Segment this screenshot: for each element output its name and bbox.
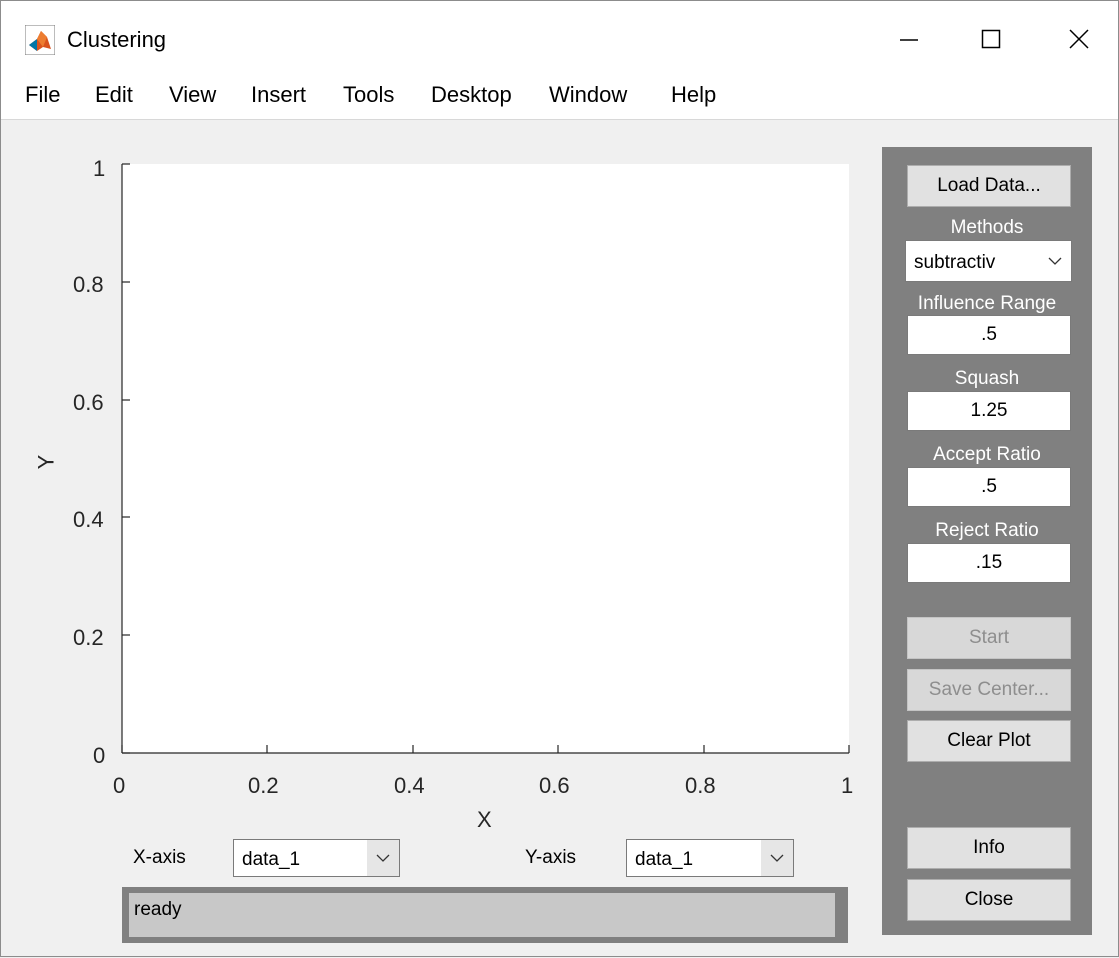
methods-dropdown-value: subtractiv (914, 252, 996, 273)
x-axis-label: X (477, 807, 492, 832)
accept-ratio-label: Accept Ratio (933, 444, 1041, 465)
status-box (129, 893, 835, 937)
reject-ratio-field[interactable]: .15 (907, 543, 1071, 583)
clear-plot-button[interactable]: Clear Plot (907, 720, 1071, 762)
chevron-down-icon (1039, 241, 1071, 281)
menu-file[interactable]: File (25, 82, 60, 108)
y-tick-label: 0.6 (73, 390, 104, 415)
x-tick-label: 0 (113, 773, 126, 798)
methods-label: Methods (950, 217, 1024, 238)
influence-range-field[interactable]: .5 (907, 315, 1071, 355)
title-bar: Clustering (1, 1, 1118, 75)
menu-view[interactable]: View (169, 82, 216, 108)
minimize-button[interactable] (889, 21, 929, 57)
menu-bar: File Edit View Insert Tools Desktop Wind… (1, 75, 1118, 120)
x-tick-label: 1 (841, 773, 854, 798)
maximize-button[interactable] (971, 21, 1011, 57)
menu-window[interactable]: Window (549, 82, 627, 108)
menu-edit[interactable]: Edit (95, 82, 133, 108)
chevron-down-icon (761, 840, 793, 876)
plot-area[interactable] (122, 164, 849, 753)
close-button[interactable]: Close (907, 879, 1071, 921)
load-data-button[interactable]: Load Data... (907, 165, 1071, 207)
clustering-window: Clustering File Edit View Insert Tools D… (0, 0, 1119, 957)
matlab-icon (24, 24, 56, 56)
y-axis-dropdown[interactable]: data_1 (626, 839, 794, 877)
maximize-icon (981, 29, 1001, 49)
x-tick-label: 0.2 (248, 773, 279, 798)
accept-ratio-field[interactable]: .5 (907, 467, 1071, 507)
squash-label: Squash (954, 368, 1020, 389)
status-text: ready (134, 899, 182, 920)
x-axis-dropdown[interactable]: data_1 (233, 839, 400, 877)
menu-tools[interactable]: Tools (343, 82, 394, 108)
close-icon (1069, 29, 1089, 49)
start-button[interactable]: Start (907, 617, 1071, 659)
x-tick-label: 0.4 (394, 773, 425, 798)
chevron-down-icon (367, 840, 399, 876)
menu-help[interactable]: Help (671, 82, 716, 108)
menu-insert[interactable]: Insert (251, 82, 306, 108)
minimize-icon (900, 39, 918, 41)
y-tick-label: 0.2 (73, 625, 104, 650)
y-tick-label: 0.4 (73, 507, 104, 532)
window-title: Clustering (67, 27, 167, 52)
y-tick-label: 0 (93, 743, 106, 768)
y-tick-label: 0.8 (73, 272, 104, 297)
x-tick-label: 0.6 (539, 773, 570, 798)
y-axis-dropdown-value: data_1 (635, 849, 694, 870)
x-tick-label: 0.8 (685, 773, 716, 798)
y-tick-label: 1 (93, 156, 106, 181)
y-axis-select-label: Y-axis (525, 847, 577, 868)
x-axis-dropdown-value: data_1 (242, 849, 301, 870)
menu-desktop[interactable]: Desktop (431, 82, 512, 108)
close-window-button[interactable] (1059, 21, 1099, 57)
reject-ratio-label: Reject Ratio (935, 520, 1039, 541)
influence-range-label: Influence Range (917, 293, 1057, 314)
methods-dropdown[interactable]: subtractiv (905, 240, 1072, 282)
y-axis-label: Y (33, 454, 59, 470)
info-button[interactable]: Info (907, 827, 1071, 869)
squash-field[interactable]: 1.25 (907, 391, 1071, 431)
x-axis-select-label: X-axis (133, 847, 186, 868)
save-center-button[interactable]: Save Center... (907, 669, 1071, 711)
